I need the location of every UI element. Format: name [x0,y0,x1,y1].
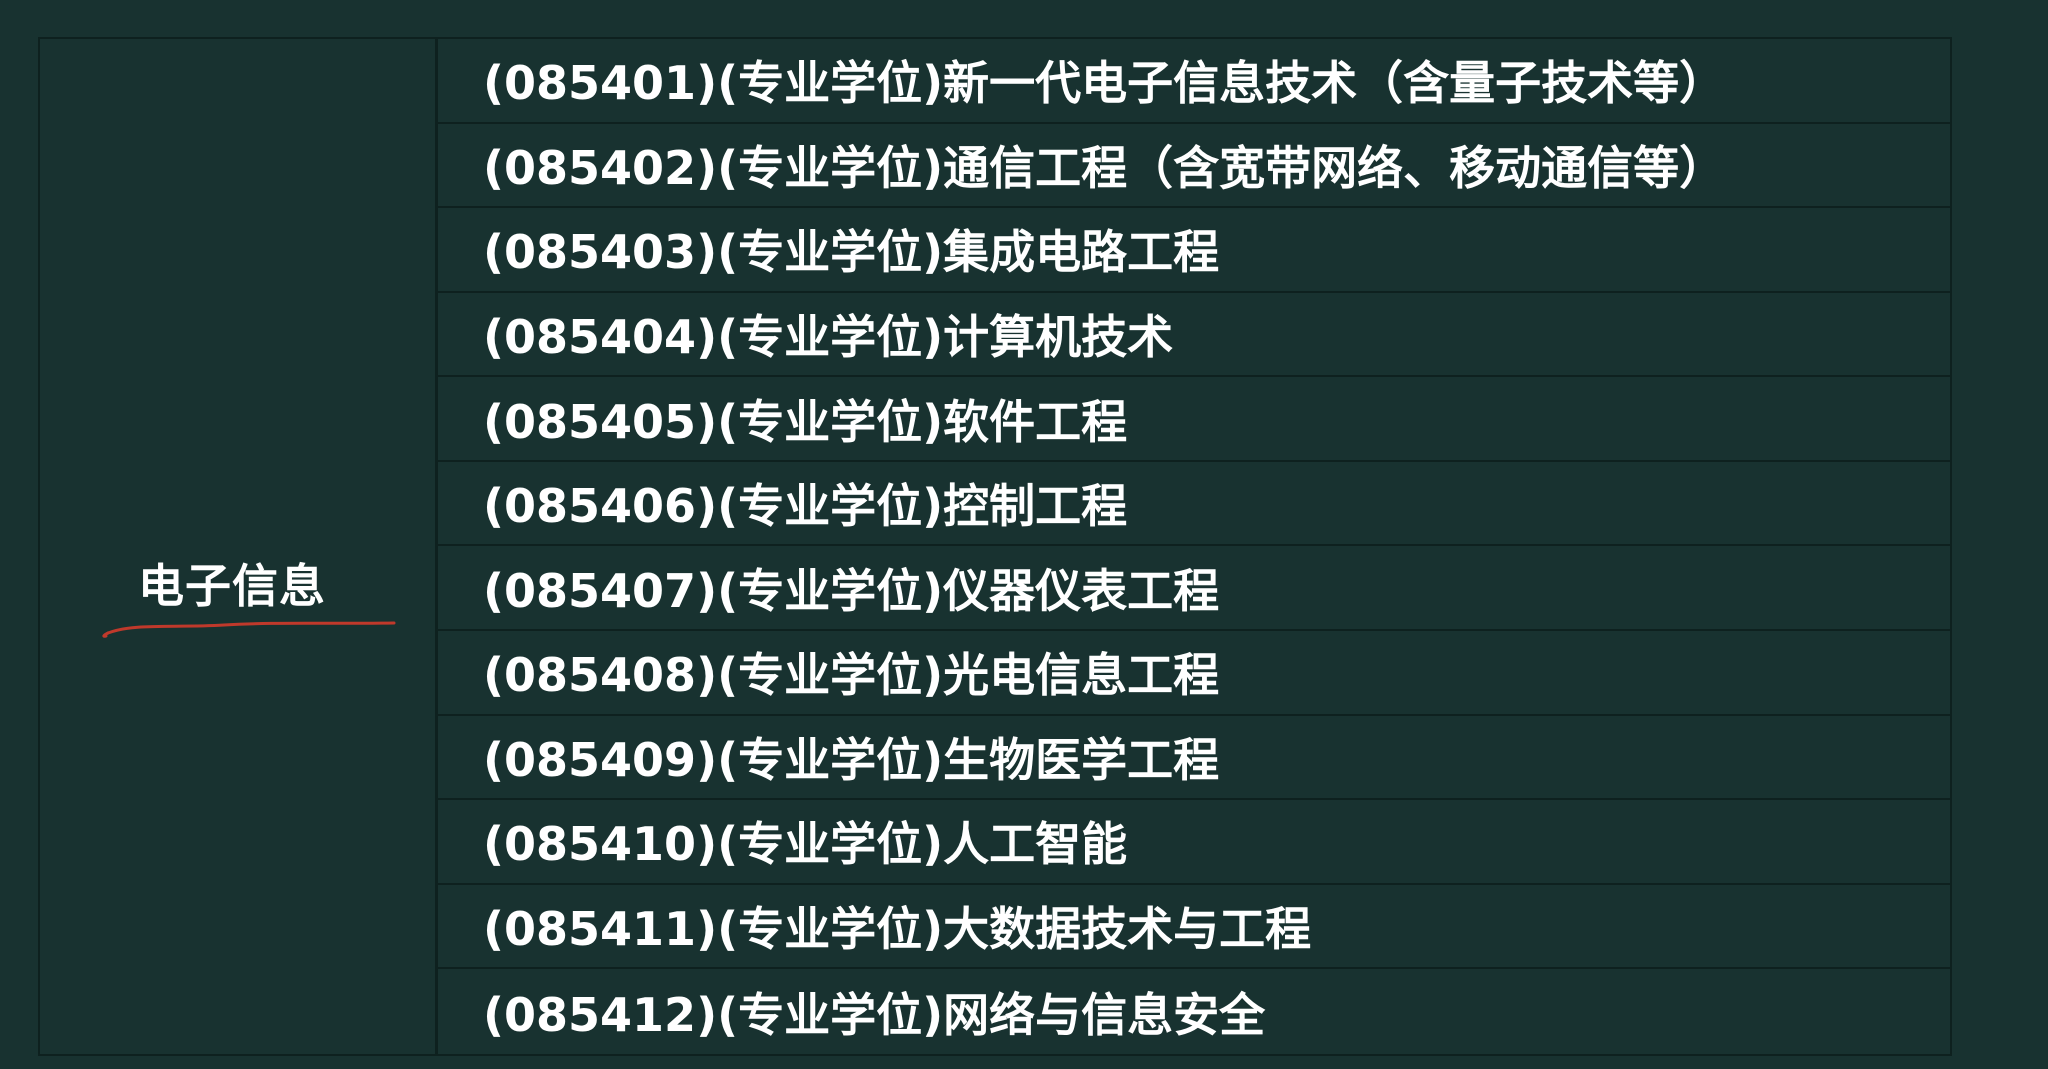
program-row: (085405)(专业学位)软件工程 [438,377,1950,462]
program-row: (085408)(专业学位)光电信息工程 [438,631,1950,716]
program-list: (085401)(专业学位)新一代电子信息技术（含量子技术等） (085402)… [438,39,1950,1054]
slide: 电子信息 (085401)(专业学位)新一代电子信息技术（含量子技术等） (08… [0,0,2048,1069]
program-text: (085410)(专业学位)人工智能 [483,817,1128,872]
program-row: (085409)(专业学位)生物医学工程 [438,716,1950,801]
program-row: (085411)(专业学位)大数据技术与工程 [438,885,1950,970]
program-text: (085404)(专业学位)计算机技术 [483,310,1174,365]
program-text: (085406)(专业学位)控制工程 [483,479,1128,534]
program-text: (085408)(专业学位)光电信息工程 [483,648,1220,703]
handwritten-underline-mark [102,621,396,638]
program-text: (085402)(专业学位)通信工程（含宽带网络、移动通信等） [483,140,1726,195]
program-text: (085407)(专业学位)仪器仪表工程 [483,563,1220,618]
program-row: (085403)(专业学位)集成电路工程 [438,208,1950,293]
program-text: (085409)(专业学位)生物医学工程 [483,732,1220,787]
program-row: (085404)(专业学位)计算机技术 [438,293,1950,378]
program-table: 电子信息 (085401)(专业学位)新一代电子信息技术（含量子技术等） (08… [38,37,1952,1056]
program-row: (085407)(专业学位)仪器仪表工程 [438,546,1950,632]
program-row: (085410)(专业学位)人工智能 [438,800,1950,885]
program-row: (085412)(专业学位)网络与信息安全 [438,969,1950,1054]
category-cell: 电子信息 [40,39,438,1054]
program-text: (085405)(专业学位)软件工程 [483,394,1128,449]
program-row: (085402)(专业学位)通信工程（含宽带网络、移动通信等） [438,124,1950,209]
category-label: 电子信息 [138,559,326,613]
program-text: (085403)(专业学位)集成电路工程 [483,225,1220,280]
program-text: (085411)(专业学位)大数据技术与工程 [483,902,1312,957]
program-row: (085406)(专业学位)控制工程 [438,462,1950,547]
program-text: (085412)(专业学位)网络与信息安全 [483,987,1266,1042]
program-row: (085401)(专业学位)新一代电子信息技术（含量子技术等） [438,39,1950,124]
program-text: (085401)(专业学位)新一代电子信息技术（含量子技术等） [483,56,1726,111]
